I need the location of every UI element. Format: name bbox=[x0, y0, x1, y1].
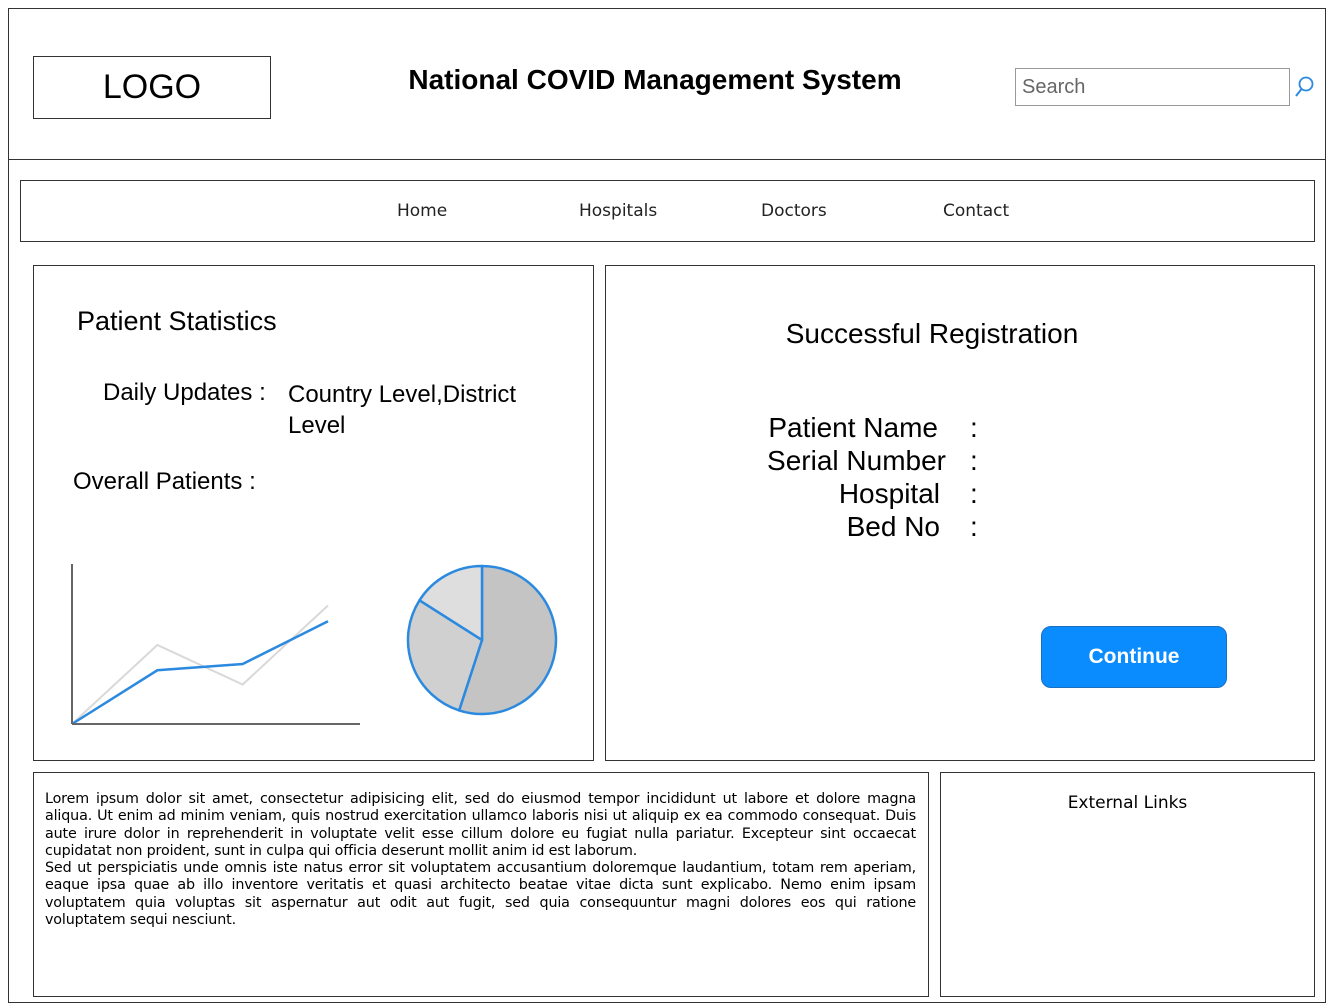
site-title: National COVID Management System bbox=[408, 64, 902, 95]
registration-panel: Successful Registration Patient Name : S… bbox=[605, 265, 1315, 761]
lorem-text-panel: Lorem ipsum dolor sit amet, consectetur … bbox=[33, 772, 929, 997]
patient-statistics-panel: Patient Statistics Daily Updates : Count… bbox=[33, 265, 594, 761]
hospital-label: Hospital bbox=[838, 478, 940, 509]
patient-name-label: Patient Name bbox=[768, 412, 938, 443]
hospital-separator: : bbox=[970, 478, 978, 509]
serial-number-separator: : bbox=[970, 445, 978, 476]
search-box[interactable] bbox=[1015, 68, 1314, 106]
lorem-paragraph-1: Lorem ipsum dolor sit amet, consectetur … bbox=[45, 791, 916, 859]
external-links-panel: External Links bbox=[940, 772, 1315, 997]
bed-no-separator: : bbox=[970, 511, 978, 542]
serial-number-label: Serial Number bbox=[767, 445, 946, 476]
overall-patients-label: Overall Patients : bbox=[73, 468, 256, 495]
line-series-2 bbox=[71, 604, 329, 725]
bed-no-label: Bed No bbox=[846, 511, 940, 542]
logo-text: LOGO bbox=[102, 68, 202, 106]
search-input[interactable] bbox=[1016, 69, 1293, 105]
lorem-paragraph-2: Sed ut perspiciatis unde omnis iste natu… bbox=[45, 860, 916, 929]
stats-title: Patient Statistics bbox=[77, 306, 277, 336]
daily-updates-label: Daily Updates : bbox=[103, 379, 266, 406]
pie-chart bbox=[406, 564, 558, 716]
daily-updates-value: Country Level,District Level bbox=[288, 381, 517, 439]
search-icon[interactable] bbox=[1293, 72, 1315, 102]
nav-item-home[interactable]: Home bbox=[397, 201, 447, 221]
external-links-title[interactable]: External Links bbox=[941, 793, 1314, 813]
patient-name-separator: : bbox=[970, 412, 978, 443]
logo[interactable]: LOGO bbox=[33, 56, 271, 119]
nav-item-doctors[interactable]: Doctors bbox=[761, 201, 827, 221]
continue-button[interactable]: Continue bbox=[1041, 626, 1227, 688]
nav-bar: Home Hospitals Doctors Contact bbox=[20, 180, 1315, 242]
nav-item-contact[interactable]: Contact bbox=[943, 201, 1009, 221]
line-series-1 bbox=[71, 620, 329, 726]
registration-title: Successful Registration bbox=[785, 318, 1079, 349]
header-divider bbox=[8, 159, 1326, 160]
line-chart bbox=[71, 564, 360, 726]
nav-item-hospitals[interactable]: Hospitals bbox=[579, 201, 657, 221]
